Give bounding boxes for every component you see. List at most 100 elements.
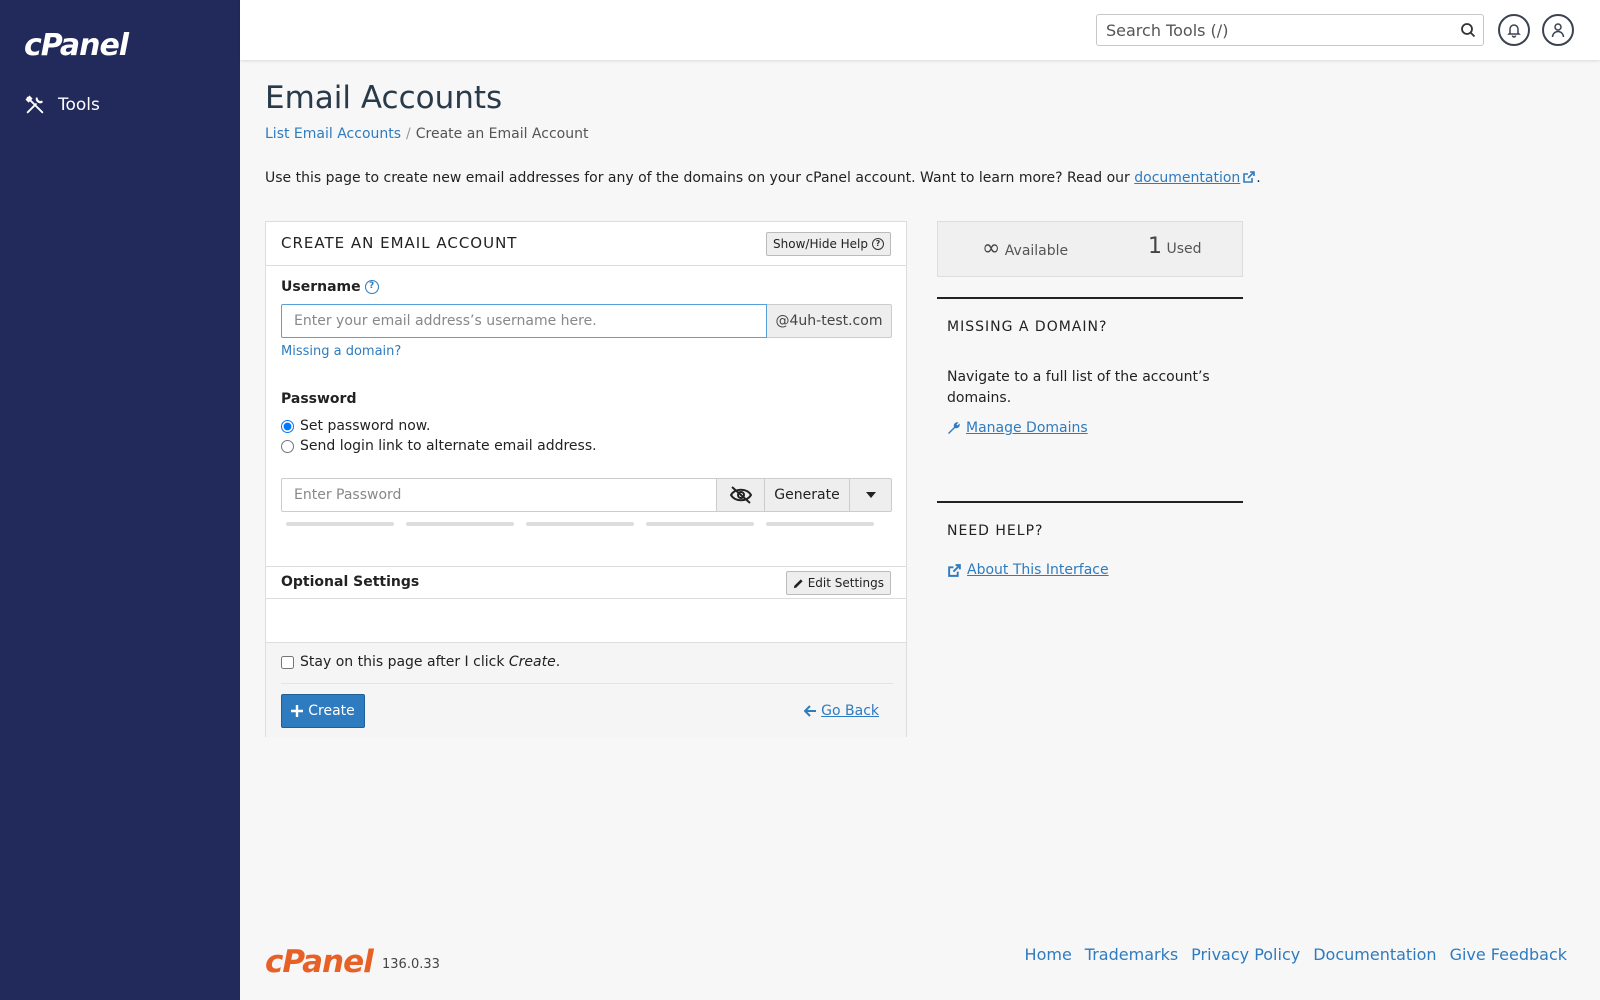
domain-addon: @4uh-test.com bbox=[767, 304, 892, 338]
footer-links: Home Trademarks Privacy Policy Documenta… bbox=[1025, 945, 1567, 964]
caret-down-icon bbox=[865, 492, 876, 498]
card-footer: Stay on this page after I click Create. … bbox=[266, 642, 906, 737]
stay-text: Stay on this page after I click bbox=[300, 654, 509, 670]
top-bar bbox=[240, 0, 1600, 60]
documentation-link-label: documentation bbox=[1134, 170, 1241, 186]
password-label: Password bbox=[281, 391, 357, 407]
footer-link-trademarks[interactable]: Trademarks bbox=[1085, 945, 1178, 964]
optional-settings-title: Optional Settings bbox=[281, 574, 420, 590]
footer-link-give-feedback[interactable]: Give Feedback bbox=[1450, 945, 1567, 964]
optional-settings-header: Optional Settings Edit Settings bbox=[266, 566, 906, 599]
stay-text-italic: Create bbox=[508, 654, 556, 670]
intro-period: . bbox=[1256, 170, 1261, 186]
user-menu-button[interactable] bbox=[1542, 14, 1574, 46]
external-link-icon bbox=[1243, 171, 1256, 183]
eye-slash-icon bbox=[729, 486, 752, 504]
bell-icon bbox=[1507, 24, 1521, 38]
strength-segment bbox=[406, 522, 514, 526]
search-input[interactable] bbox=[1097, 15, 1453, 45]
missing-domain-text: Navigate to a full list of the account’s… bbox=[947, 369, 1210, 406]
available-stat: ∞ Available bbox=[982, 236, 1068, 261]
used-label: Used bbox=[1166, 241, 1202, 257]
generate-password-button[interactable]: Generate bbox=[764, 478, 850, 512]
stay-on-page-checkbox[interactable]: Stay on this page after I click Create. bbox=[281, 654, 560, 670]
manage-domains-label: Manage Domains bbox=[966, 420, 1088, 436]
go-back-link[interactable]: Go Back bbox=[804, 703, 879, 719]
available-label: Available bbox=[1004, 243, 1069, 259]
sidebar: cPanel Tools bbox=[0, 0, 240, 1000]
missing-domain-title: MISSING A DOMAIN? bbox=[947, 319, 1108, 335]
need-help-title: NEED HELP? bbox=[947, 523, 1044, 539]
search-box bbox=[1096, 14, 1484, 46]
breadcrumb: List Email Accounts / Create an Email Acco… bbox=[265, 126, 588, 142]
edit-settings-label: Edit Settings bbox=[807, 576, 884, 590]
used-value: 1 bbox=[1148, 234, 1162, 259]
about-interface-link[interactable]: About This Interface bbox=[947, 562, 1109, 578]
need-help-section: NEED HELP? About This Interface bbox=[937, 501, 1243, 621]
used-stat: 1 Used bbox=[1148, 234, 1202, 259]
tools-icon bbox=[25, 95, 44, 114]
usage-stats: ∞ Available 1 Used bbox=[937, 221, 1243, 277]
card-title: CREATE AN EMAIL ACCOUNT bbox=[281, 234, 518, 252]
radio-send-login-link[interactable]: Send login link to alternate email addre… bbox=[281, 438, 597, 454]
manage-domains-link[interactable]: Manage Domains bbox=[947, 420, 1088, 436]
sidebar-item-tools[interactable]: Tools bbox=[24, 94, 100, 116]
radio-send-link-label: Send login link to alternate email addre… bbox=[300, 438, 597, 454]
password-strength-meter bbox=[286, 522, 874, 526]
sidebar-item-label: Tools bbox=[58, 95, 100, 115]
footer-link-documentation[interactable]: Documentation bbox=[1313, 945, 1436, 964]
stay-on-page-label: Stay on this page after I click Create. bbox=[300, 654, 560, 670]
footer-link-home[interactable]: Home bbox=[1025, 945, 1072, 964]
create-button[interactable]: Create bbox=[281, 694, 365, 728]
edit-settings-button[interactable]: Edit Settings bbox=[785, 571, 891, 595]
radio-set-now-input[interactable] bbox=[281, 419, 294, 433]
radio-set-now-label: Set password now. bbox=[300, 418, 431, 434]
search-icon[interactable] bbox=[1453, 15, 1483, 45]
wrench-icon bbox=[948, 422, 960, 434]
create-email-card: CREATE AN EMAIL ACCOUNT Show/Hide Help ?… bbox=[265, 221, 907, 737]
stay-text-end: . bbox=[555, 654, 561, 670]
breadcrumb-separator: / bbox=[406, 126, 411, 142]
missing-domain-section: MISSING A DOMAIN? Navigate to a full lis… bbox=[937, 297, 1243, 497]
breadcrumb-current: Create an Email Account bbox=[415, 126, 589, 142]
username-input[interactable] bbox=[281, 304, 767, 338]
help-circle-icon: ? bbox=[872, 238, 884, 250]
help-button-label: Show/Hide Help bbox=[773, 237, 868, 251]
notifications-button[interactable] bbox=[1498, 14, 1530, 46]
stay-on-page-input[interactable] bbox=[281, 655, 294, 669]
username-label: Username? bbox=[281, 279, 379, 295]
go-back-label: Go Back bbox=[821, 703, 879, 719]
about-interface-label: About This Interface bbox=[967, 562, 1109, 578]
strength-segment bbox=[286, 522, 394, 526]
plus-icon bbox=[291, 705, 304, 717]
missing-domain-link[interactable]: Missing a domain? bbox=[281, 344, 401, 359]
breadcrumb-list-email-accounts[interactable]: List Email Accounts bbox=[265, 126, 401, 142]
show-hide-help-button[interactable]: Show/Hide Help ? bbox=[766, 232, 891, 256]
available-value: ∞ bbox=[982, 236, 1001, 261]
external-link-icon bbox=[948, 563, 961, 577]
password-input[interactable] bbox=[281, 478, 717, 512]
radio-set-password-now[interactable]: Set password now. bbox=[281, 418, 430, 434]
radio-send-link-input[interactable] bbox=[281, 439, 294, 453]
pencil-icon bbox=[793, 578, 803, 588]
card-header: CREATE AN EMAIL ACCOUNT Show/Hide Help ? bbox=[266, 222, 906, 266]
intro-sentence: Use this page to create new email addres… bbox=[265, 170, 1135, 186]
footer-divider bbox=[281, 683, 893, 684]
strength-segment bbox=[766, 522, 874, 526]
help-circle-icon[interactable]: ? bbox=[364, 280, 379, 294]
intro-text: Use this page to create new email addres… bbox=[265, 170, 1261, 186]
footer-cpanel-logo: cPanel bbox=[265, 944, 374, 980]
arrow-left-icon bbox=[804, 705, 817, 717]
footer-link-privacy-policy[interactable]: Privacy Policy bbox=[1191, 945, 1300, 964]
user-icon bbox=[1551, 23, 1565, 38]
cpanel-logo[interactable]: cPanel bbox=[24, 28, 129, 63]
create-button-label: Create bbox=[308, 703, 355, 719]
documentation-link[interactable]: documentation bbox=[1134, 170, 1240, 186]
strength-segment bbox=[646, 522, 754, 526]
version-number: 136.0.33 bbox=[382, 957, 440, 972]
page-title: Email Accounts bbox=[265, 80, 503, 116]
strength-segment bbox=[526, 522, 634, 526]
toggle-password-visibility-button[interactable] bbox=[716, 478, 765, 512]
generate-options-dropdown[interactable] bbox=[849, 478, 892, 512]
username-label-text: Username bbox=[281, 279, 361, 295]
